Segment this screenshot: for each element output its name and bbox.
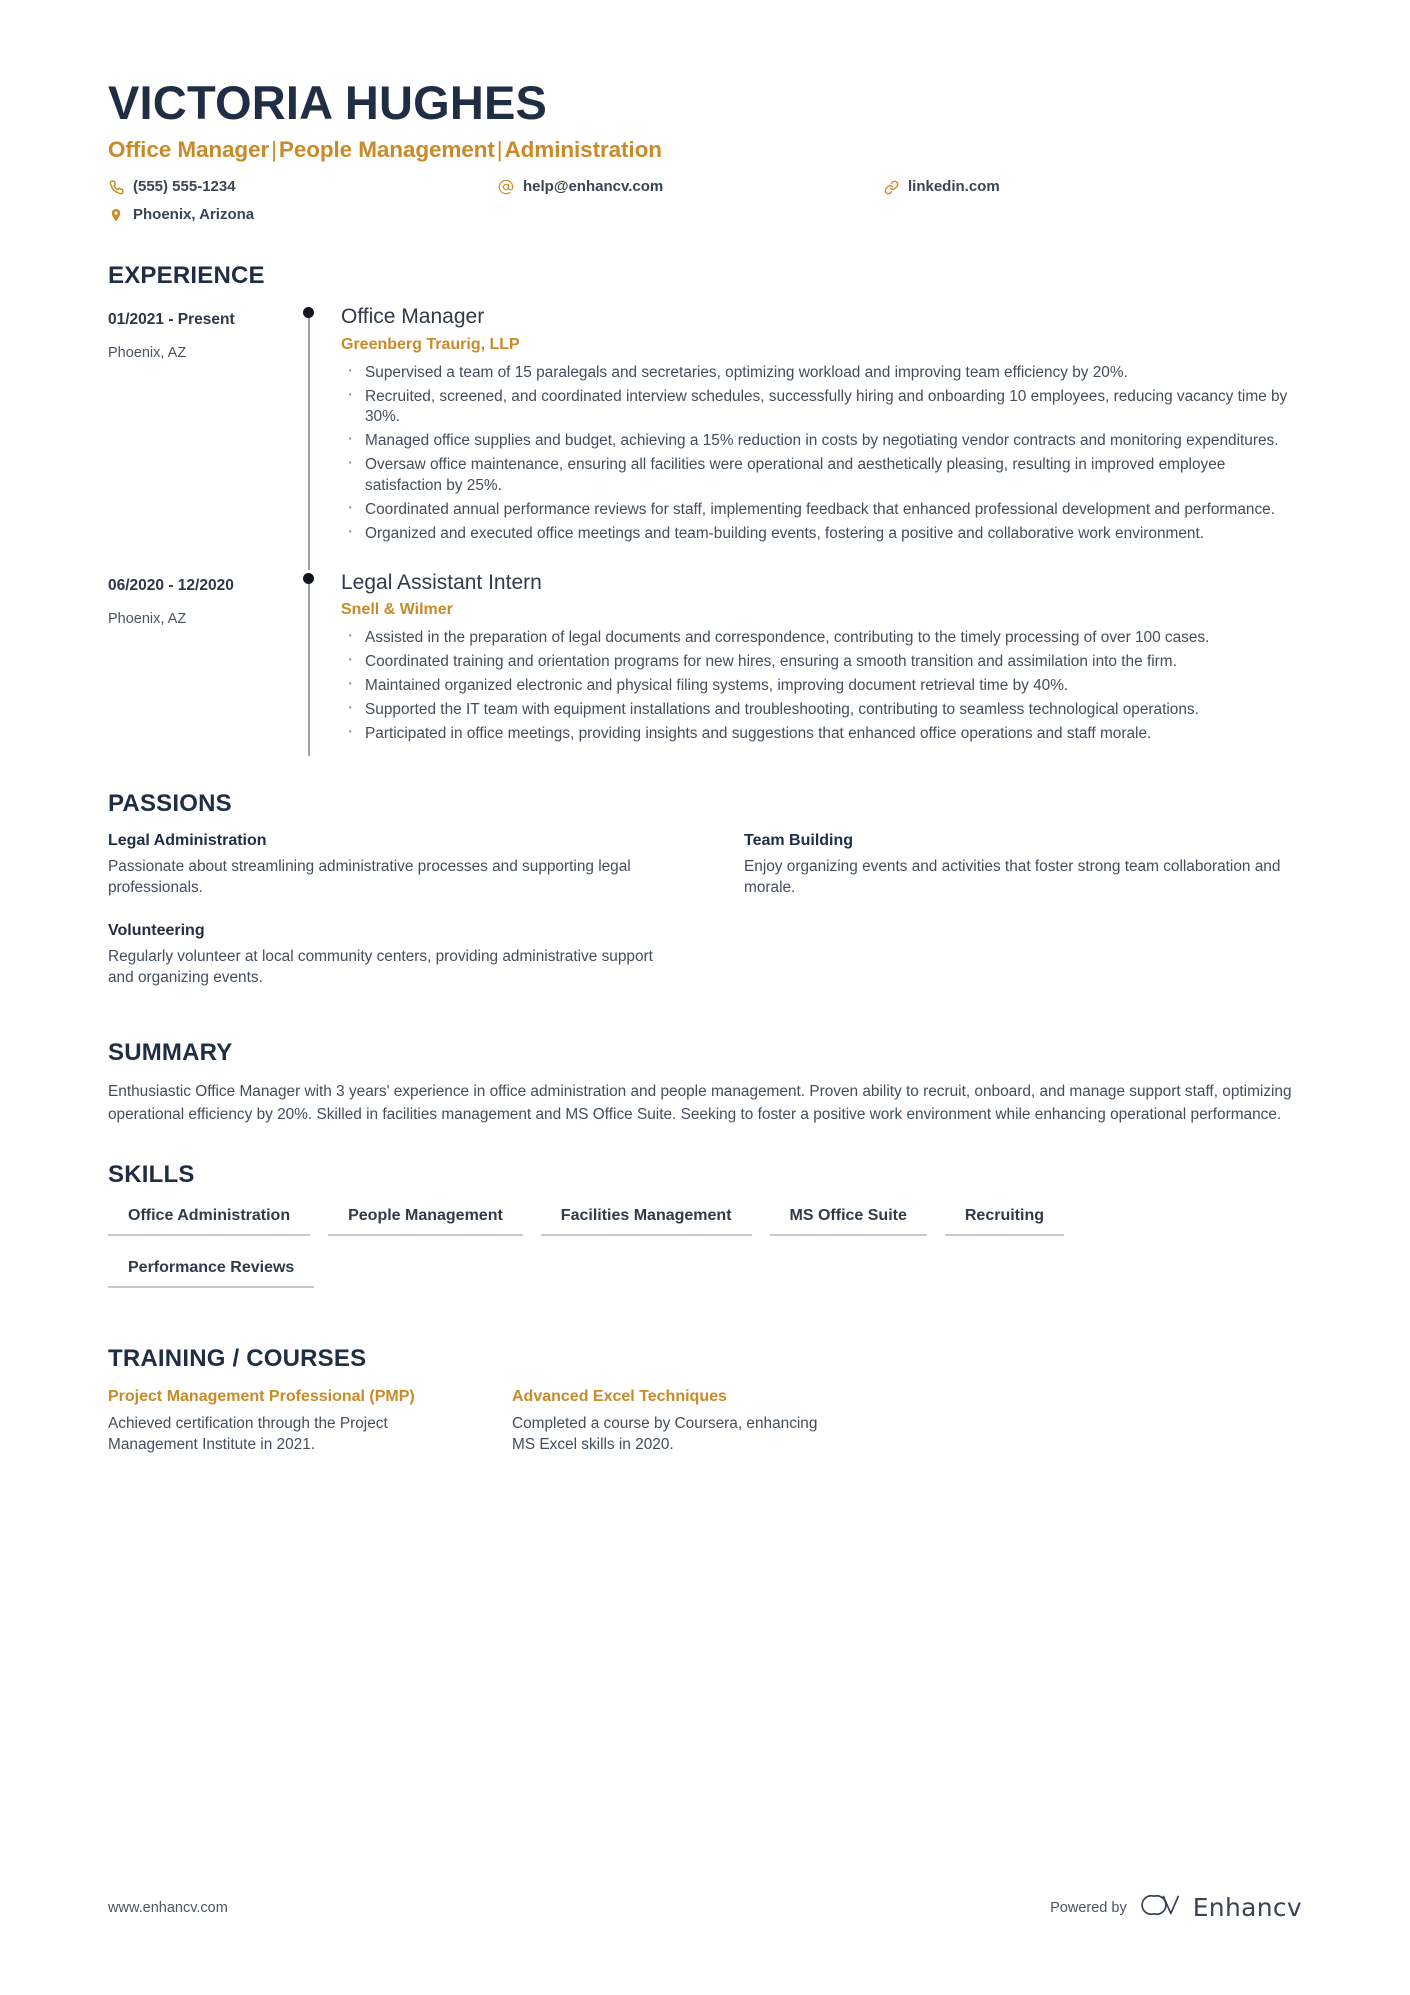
experience-role: Office Manager: [341, 305, 485, 329]
experience-date: 01/2021 - Present: [108, 311, 235, 329]
section-experience: EXPERIENCE 01/2021 - Present Phoenix, AZ…: [108, 262, 1302, 770]
section-passions: PASSIONS Legal Administration Passionate…: [108, 790, 1302, 1011]
experience-bullet: Supported the IT team with equipment ins…: [341, 695, 1302, 721]
experience-entry: 06/2020 - 12/2020 Phoenix, AZ Legal Assi…: [108, 570, 1302, 770]
passion-title: Team Building: [744, 832, 854, 850]
contact-link-value: linkedin.com: [908, 178, 1000, 196]
timeline-rail: [290, 570, 330, 770]
enhancv-brand-name: Enhancv: [1192, 1893, 1302, 1922]
training-grid: Project Management Professional (PMP) Ac…: [108, 1387, 1302, 1456]
skill-chip: MS Office Suite: [769, 1203, 927, 1236]
experience-body: Legal Assistant Intern Snell & Wilmer As…: [330, 570, 1302, 770]
experience-bullet: Participated in office meetings, providi…: [341, 719, 1302, 745]
passion-title: Volunteering: [108, 921, 205, 939]
skill-chip: Performance Reviews: [108, 1255, 315, 1288]
passion-text: Enjoy organizing events and activities t…: [744, 858, 1281, 897]
section-title-experience: EXPERIENCE: [108, 262, 265, 290]
training-text: Achieved certification through the Proje…: [108, 1415, 388, 1454]
timeline-line: [308, 578, 310, 757]
candidate-headline: Office Manager|People Management|Adminis…: [108, 137, 1302, 163]
training-title: Project Management Professional (PMP): [108, 1387, 415, 1405]
skill-chip: Recruiting: [944, 1203, 1064, 1236]
footer-url[interactable]: www.enhancv.com: [108, 1900, 228, 1916]
experience-company: Snell & Wilmer: [341, 601, 453, 619]
phone-icon: [108, 179, 124, 195]
contact-link[interactable]: linkedin.com: [883, 177, 1302, 197]
contact-phone-value: (555) 555-1234: [133, 178, 236, 196]
section-training: TRAINING / COURSES Project Management Pr…: [108, 1345, 1302, 1456]
resume-header: VICTORIA HUGHES Office Manager|People Ma…: [108, 0, 1302, 224]
headline-separator: |: [271, 137, 277, 163]
timeline-rail: [290, 304, 330, 571]
experience-location: Phoenix, AZ: [108, 611, 187, 628]
training-item: Advanced Excel Techniques Completed a co…: [512, 1387, 1302, 1456]
passion-item: Team Building Enjoy organizing events an…: [744, 832, 1302, 899]
section-skills: SKILLS Office Administration People Mana…: [108, 1161, 1302, 1307]
timeline-dot: [303, 307, 314, 319]
section-title-passions: PASSIONS: [108, 790, 232, 818]
skill-chip: Office Administration: [108, 1203, 311, 1236]
passions-column-right: Team Building Enjoy organizing events an…: [744, 832, 1302, 1011]
experience-meta: 06/2020 - 12/2020 Phoenix, AZ: [108, 570, 290, 770]
candidate-name: VICTORIA HUGHES: [108, 76, 548, 129]
experience-entry: 01/2021 - Present Phoenix, AZ Office Man…: [108, 304, 1302, 571]
section-title-training: TRAINING / COURSES: [108, 1344, 367, 1372]
summary-text: Enthusiastic Office Manager with 3 years…: [108, 1083, 1292, 1123]
headline-separator: |: [496, 137, 503, 163]
experience-bullet: Oversaw office maintenance, ensuring all…: [341, 450, 1302, 497]
section-title-summary: SUMMARY: [108, 1039, 233, 1067]
experience-role: Legal Assistant Intern: [341, 571, 542, 595]
headline-part-3: Administration: [504, 137, 662, 163]
experience-company: Greenberg Traurig, LLP: [341, 335, 520, 353]
contact-phone[interactable]: (555) 555-1234: [108, 177, 498, 197]
section-summary: SUMMARY Enthusiastic Office Manager with…: [108, 1039, 1302, 1127]
experience-bullet: Maintained organized electronic and phys…: [341, 671, 1302, 697]
timeline-dot: [303, 573, 314, 585]
training-title: Advanced Excel Techniques: [512, 1387, 727, 1405]
powered-by-label: Powered by: [1050, 1899, 1127, 1916]
experience-meta: 01/2021 - Present Phoenix, AZ: [108, 304, 290, 570]
experience-bullet: Assisted in the preparation of legal doc…: [341, 623, 1302, 649]
email-icon: [498, 179, 514, 195]
experience-bullet: Managed office supplies and budget, achi…: [341, 426, 1302, 452]
contact-location: Phoenix, Arizona: [108, 205, 498, 225]
section-title-skills: SKILLS: [108, 1160, 195, 1188]
experience-bullet: Recruited, screened, and coordinated int…: [341, 382, 1302, 429]
experience-bullets: Assisted in the preparation of legal doc…: [341, 623, 1302, 745]
training-item: Project Management Professional (PMP) Ac…: [108, 1387, 512, 1456]
enhancv-brand: Enhancv: [1140, 1892, 1302, 1923]
resume-page: VICTORIA HUGHES Office Manager|People Ma…: [0, 0, 1410, 1995]
passion-item: Legal Administration Passionate about st…: [108, 832, 666, 899]
resume-footer: www.enhancv.com Powered by Enhancv: [108, 1892, 1302, 1923]
passion-title: Legal Administration: [108, 832, 267, 850]
passions-grid: Legal Administration Passionate about st…: [108, 832, 1302, 1011]
experience-bullet: Coordinated training and orientation pro…: [341, 647, 1302, 673]
experience-bullet: Organized and executed office meetings a…: [341, 519, 1302, 545]
experience-body: Office Manager Greenberg Traurig, LLP Su…: [330, 304, 1302, 570]
enhancv-logo-icon: [1140, 1892, 1182, 1923]
experience-bullets: Supervised a team of 15 paralegals and s…: [341, 358, 1302, 546]
experience-location: Phoenix, AZ: [108, 345, 187, 362]
headline-part-2: People Management: [278, 137, 495, 163]
contact-info: (555) 555-1234 help@enhancv.com linkedin…: [108, 177, 1302, 224]
passion-text: Regularly volunteer at local community c…: [108, 947, 653, 986]
skill-chip: People Management: [328, 1203, 523, 1236]
passion-text: Passionate about streamlining administra…: [108, 858, 631, 897]
contact-email-value: help@enhancv.com: [523, 178, 664, 196]
experience-bullet: Supervised a team of 15 paralegals and s…: [341, 358, 1302, 384]
link-icon: [883, 179, 899, 195]
footer-branding: Powered by Enhancv: [1050, 1892, 1302, 1923]
passions-column-left: Legal Administration Passionate about st…: [108, 832, 666, 1011]
experience-date: 06/2020 - 12/2020: [108, 577, 234, 595]
experience-bullet: Coordinated annual performance reviews f…: [341, 495, 1302, 521]
skills-list: Office Administration People Management …: [108, 1203, 1178, 1307]
passion-item: Volunteering Regularly volunteer at loca…: [108, 922, 666, 989]
contact-location-value: Phoenix, Arizona: [133, 205, 255, 223]
contact-email[interactable]: help@enhancv.com: [498, 177, 883, 197]
headline-part-1: Office Manager: [108, 137, 270, 163]
training-text: Completed a course by Coursera, enhancin…: [512, 1415, 818, 1454]
skill-chip: Facilities Management: [540, 1203, 752, 1236]
location-icon: [108, 207, 124, 223]
timeline-line: [308, 312, 310, 571]
